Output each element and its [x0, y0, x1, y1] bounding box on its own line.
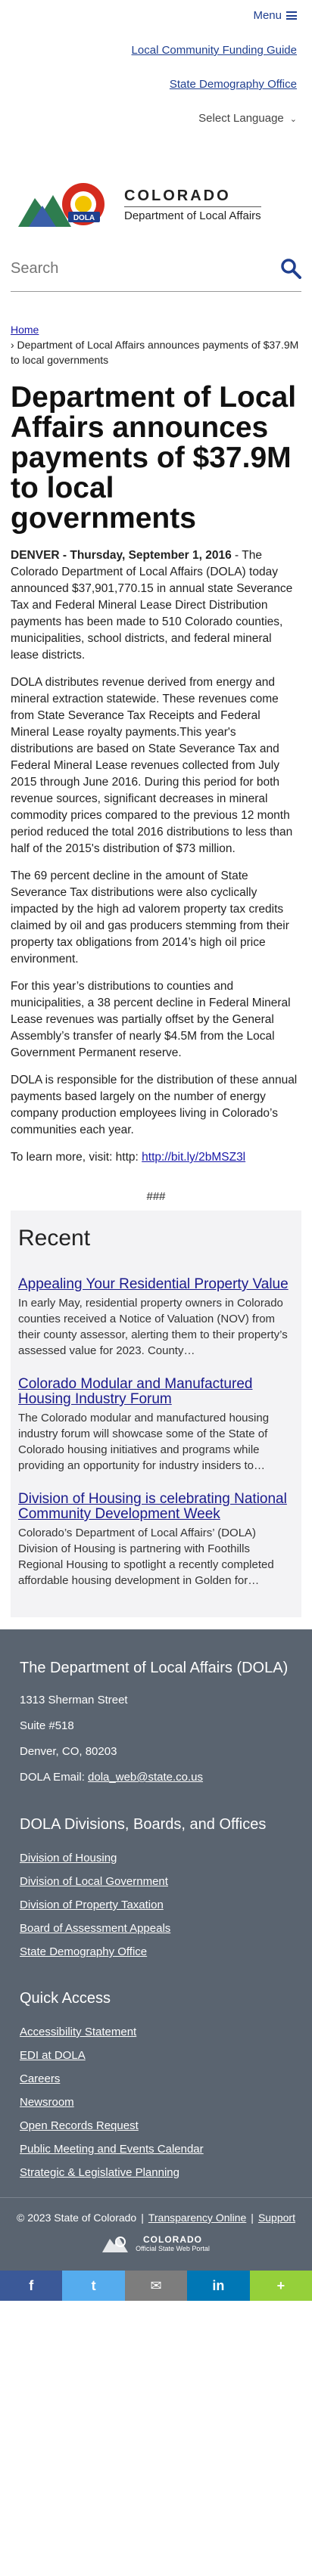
site-footer: The Department of Local Affairs (DOLA) 1… — [0, 1629, 312, 2197]
portal-text: COLORADO Official State Web Portal — [136, 2234, 210, 2252]
language-select[interactable]: Select Language ⌄ — [0, 112, 312, 125]
email-share-button[interactable]: ✉ — [124, 2271, 188, 2301]
logo-line-dept: Department of Local Affairs — [124, 206, 261, 222]
footer-email-label: DOLA Email: — [20, 1771, 89, 1784]
footer-address: 1313 Sherman Street Suite #518 Denver, C… — [11, 1693, 301, 1784]
search-icon[interactable] — [280, 258, 301, 279]
twitter-share-button[interactable]: t — [62, 2271, 125, 2301]
footer-link-edi[interactable]: EDI at DOLA — [11, 2049, 301, 2062]
footer-dept-name: The Department of Local Affairs (DOLA) — [20, 1660, 289, 1676]
footer-link-assessment-appeals[interactable]: Board of Assessment Appeals — [11, 1922, 301, 1935]
logo-line-colorado: COLORADO — [124, 188, 231, 204]
copyright: © 2023 State of Colorado — [17, 2212, 137, 2224]
separator: | — [141, 2212, 144, 2224]
article-paragraph-5: DOLA is responsible for the distribution… — [11, 1074, 298, 1136]
footer-link-accessibility[interactable]: Accessibility Statement — [11, 2026, 301, 2038]
facebook-share-button[interactable]: f — [0, 2271, 63, 2301]
recent-item: Colorado Modular and Manufactured Housin… — [18, 1377, 294, 1474]
footer-suite: Suite #518 — [20, 1719, 74, 1732]
recent-item-title[interactable]: Appealing Your Residential Property Valu… — [18, 1277, 294, 1292]
top-link-funding-guide[interactable]: Local Community Funding Guide — [15, 44, 297, 57]
footer-quick-heading: Quick Access — [20, 1990, 111, 2007]
breadcrumb: Home › Department of Local Affairs annou… — [0, 292, 312, 367]
footer-link-open-records[interactable]: Open Records Request — [11, 2119, 301, 2132]
separator: | — [251, 2212, 254, 2224]
article-paragraph-3: The 69 percent decline in the amount of … — [11, 870, 289, 966]
footer-link-strategic[interactable]: Strategic & Legislative Planning — [11, 2166, 301, 2179]
article-paragraph-1-text: - The Colorado Department of Local Affai… — [11, 549, 293, 662]
more-share-button[interactable]: + — [249, 2271, 312, 2301]
recent-item-title[interactable]: Colorado Modular and Manufactured Housin… — [18, 1377, 294, 1407]
article-body: DENVER - Thursday, September 1, 2016 - T… — [0, 534, 312, 1166]
footer-link-events[interactable]: Public Meeting and Events Calendar — [11, 2143, 301, 2156]
footer-divisions-heading: DOLA Divisions, Boards, and Offices — [20, 1816, 267, 1833]
linkedin-icon: in — [212, 2277, 225, 2293]
bottom-bar: © 2023 State of Colorado | Transparency On… — [0, 2197, 312, 2271]
plus-icon: + — [276, 2277, 285, 2293]
menu-button[interactable]: Menu — [253, 9, 297, 22]
breadcrumb-home[interactable]: Home — [11, 324, 39, 336]
article-dateline: DENVER - Thursday, September 1, 2016 — [11, 549, 232, 562]
footer-quick-access: Quick Access Accessibility Statement EDI… — [11, 1990, 301, 2179]
email-icon: ✉ — [150, 2277, 162, 2293]
portal-line-2: Official State Web Portal — [136, 2245, 210, 2252]
footer-city: Denver, CO, 80203 — [20, 1745, 117, 1758]
twitter-icon: t — [91, 2277, 96, 2293]
footer-link-newsroom[interactable]: Newsroom — [11, 2096, 301, 2109]
colorado-dola-logo-icon: DOLA — [18, 183, 105, 227]
footer-link-careers[interactable]: Careers — [11, 2072, 301, 2085]
recent-heading: Recent — [18, 1226, 91, 1251]
portal-line-1: COLORADO — [143, 2234, 202, 2245]
top-bar: Menu — [0, 0, 312, 23]
footer-link-housing[interactable]: Division of Housing — [11, 1852, 301, 1865]
recent-item: Appealing Your Residential Property Valu… — [18, 1277, 294, 1359]
recent-item: Division of Housing is celebrating Natio… — [18, 1492, 294, 1589]
footer-street: 1313 Sherman Street — [20, 1694, 128, 1706]
site-logo[interactable]: DOLA COLORADO Department of Local Affair… — [0, 125, 312, 238]
bottom-links: © 2023 State of Colorado | Transparency On… — [11, 2212, 301, 2224]
footer-link-property-taxation[interactable]: Division of Property Taxation — [11, 1899, 301, 1911]
footer-email-link[interactable]: dola_web@state.co.us — [88, 1771, 203, 1784]
page-title: Department of Local Affairs announces pa… — [11, 381, 297, 535]
recent-posts: Recent Appealing Your Residential Proper… — [11, 1211, 301, 1617]
top-link-demography[interactable]: State Demography Office — [15, 78, 297, 91]
hamburger-icon — [286, 11, 297, 20]
support-link[interactable]: Support — [258, 2212, 295, 2224]
article-learn-more: To learn more, visit: http: http://bit.l… — [11, 1149, 301, 1166]
search-bar — [11, 258, 301, 292]
learn-more-prefix: To learn more, visit: http: — [11, 1151, 142, 1164]
language-label: Select Language — [198, 112, 284, 125]
article-paragraph-1: DENVER - Thursday, September 1, 2016 - T… — [11, 547, 301, 664]
recent-item-title[interactable]: Division of Housing is celebrating Natio… — [18, 1492, 294, 1522]
logo-text: COLORADO Department of Local Affairs — [124, 188, 261, 222]
article-paragraph-4: For this year’s distributions to countie… — [11, 980, 291, 1059]
recent-item-summary: In early May, residential property owner… — [18, 1297, 288, 1357]
recent-item-summary: Colorado’s Department of Local Affairs’ … — [18, 1527, 274, 1587]
footer-link-local-government[interactable]: Division of Local Government — [11, 1875, 301, 1888]
logo-badge: DOLA — [73, 214, 95, 222]
top-links: Local Community Funding Guide State Demo… — [0, 44, 312, 91]
breadcrumb-current: › Department of Local Affairs announces … — [11, 339, 299, 366]
share-bar: f t ✉ in + — [0, 2271, 312, 2301]
chevron-down-icon: ⌄ — [289, 115, 297, 124]
transparency-link[interactable]: Transparency Online — [148, 2212, 246, 2224]
article-end-mark: ### — [146, 1190, 166, 1203]
search-input[interactable] — [11, 259, 238, 277]
state-portal-logo[interactable]: COLORADO Official State Web Portal — [11, 2233, 301, 2254]
colorado-portal-icon — [102, 2237, 129, 2252]
recent-item-summary: The Colorado modular and manufactured ho… — [18, 1412, 270, 1472]
article-paragraph-2: DOLA distributes revenue derived from en… — [11, 676, 293, 855]
footer-link-demography[interactable]: State Demography Office — [11, 1945, 301, 1958]
footer-divisions: DOLA Divisions, Boards, and Offices Divi… — [11, 1816, 301, 1958]
facebook-icon: f — [29, 2277, 34, 2293]
footer-email-row: DOLA Email: dola_web@state.co.us — [20, 1770, 301, 1784]
linkedin-share-button[interactable]: in — [187, 2271, 250, 2301]
menu-label: Menu — [253, 9, 282, 22]
learn-more-link[interactable]: http://bit.ly/2bMSZ3l — [142, 1151, 245, 1164]
